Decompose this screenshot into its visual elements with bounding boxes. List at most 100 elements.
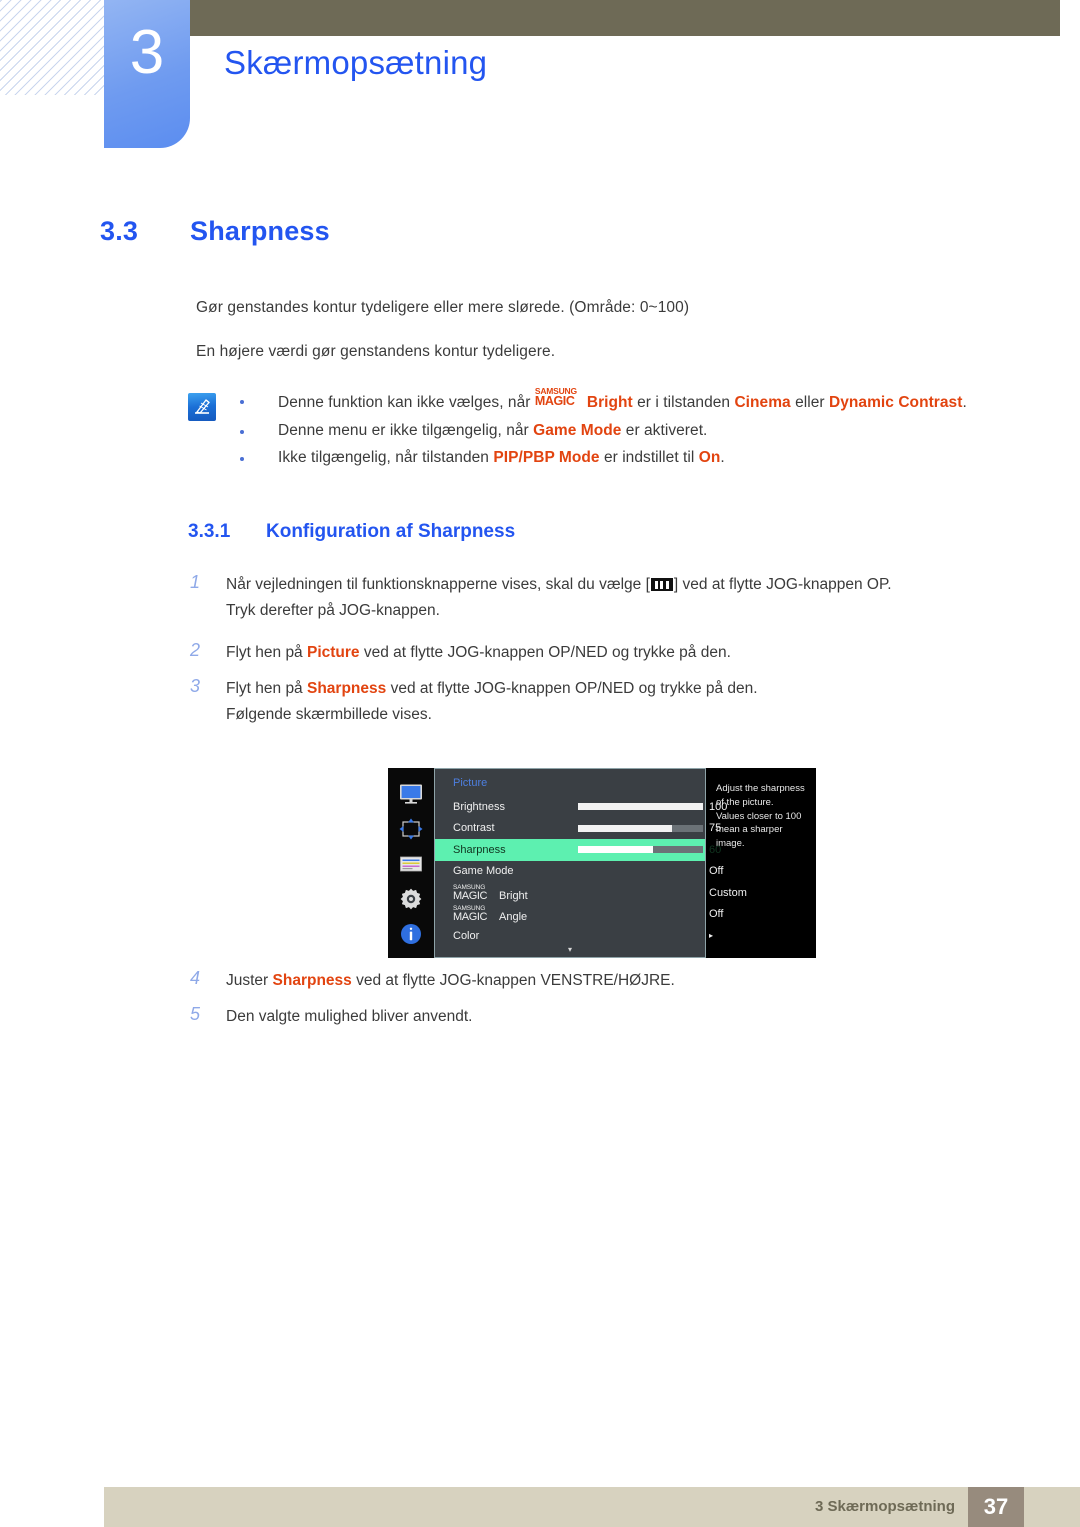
note-highlight: On (698, 449, 721, 466)
osd-row-color[interactable]: Color ▸ (435, 925, 713, 947)
step-text-c: Følgende skærmbillede vises. (226, 705, 432, 723)
samsung-magic-logo: SAMSUNG MAGIC (534, 387, 587, 408)
note-text: Ikke tilgængelig, når tilstanden (278, 449, 494, 466)
note-pen-icon (188, 393, 216, 421)
note-item: Denne funktion kan ikke vælges, når SAMS… (238, 387, 1058, 412)
note-item: Denne menu er ikke tilgængelig, når Game… (238, 422, 1058, 440)
osd-row-contrast[interactable]: Contrast 75 (435, 818, 721, 840)
step-text-b: ved at flytte JOG-knappen OP/NED og tryk… (359, 644, 731, 661)
step-text-a: Når vejledningen til funktionsknapperne … (226, 576, 650, 593)
note-text: Denne menu er ikke tilgængelig, når (278, 421, 534, 439)
section-title: Sharpness (190, 216, 330, 246)
page-number: 37 (968, 1487, 1024, 1527)
osd-row-value: 100 (709, 800, 728, 813)
note-text: . (720, 449, 725, 466)
note-highlight: PIP/PBP Mode (493, 449, 600, 466)
monitor-icon (397, 780, 425, 808)
osd-row-magicbright[interactable]: SAMSUNG MAGIC Bright Custom (435, 882, 747, 904)
subsection-number: 3.3.1 (188, 521, 231, 542)
step-text-a: Flyt hen på (226, 680, 307, 697)
step-text: Når vejledningen til funktionsknapperne … (226, 572, 1026, 623)
step-text-b: ved at flytte JOG-knappen VENSTRE/HØJRE. (351, 972, 675, 989)
intro-paragraph-2: En højere værdi gør genstandens kontur t… (196, 343, 556, 360)
osd-menu-panel: Picture Brightness 100 Contrast 75 Sharp… (434, 768, 747, 958)
osd-spacer (578, 932, 703, 939)
note-text: er aktiveret. (621, 421, 708, 439)
osd-row-sharpness[interactable]: Sharpness 60 (435, 839, 721, 861)
step-number: 4 (190, 968, 201, 988)
footer-chapter-label: 3 Skærmopsætning (814, 1498, 955, 1515)
subsection-title: Konfiguration af Sharpness (266, 521, 516, 542)
header-olive-bar (186, 0, 1060, 36)
note-list: Denne funktion kan ikke vælges, når SAMS… (238, 387, 1058, 477)
step-4: 4 Juster Sharpness ved at flytte JOG-knap… (190, 968, 1040, 994)
osd-spacer (578, 868, 703, 875)
note-text: eller (790, 394, 829, 411)
osd-row-game-mode[interactable]: Game Mode Off (435, 861, 723, 883)
step-1: 1 Når vejledningen til funktionsknapperne… (190, 572, 1040, 623)
step-number: 2 (190, 640, 201, 660)
osd-slider-sharpness[interactable] (578, 846, 703, 854)
osd-row-value: Off (709, 865, 724, 878)
info-icon (397, 920, 425, 948)
step-3: 3 Flyt hen på Sharpness ved at flytte JOG… (190, 676, 1040, 727)
osd-slider-contrast[interactable] (578, 824, 703, 832)
step-highlight: Picture (307, 644, 360, 661)
intro-paragraph-1: Gør genstandes kontur tydeligere eller m… (196, 299, 690, 316)
osd-row-brightness[interactable]: Brightness 100 (435, 796, 727, 818)
subsection-heading: 3.3.1 Konfiguration af Sharpness (188, 521, 515, 543)
osd-row-label: Contrast (453, 822, 495, 835)
step-text: Flyt hen på Picture ved at flytte JOG-kn… (226, 640, 1026, 666)
osd-row-magicangle[interactable]: SAMSUNG MAGIC Angle Off (435, 904, 723, 926)
samsung-magic-bottom: MAGIC (453, 889, 488, 902)
osd-row-label: Game Mode (453, 865, 514, 878)
note-text: . (962, 394, 967, 411)
samsung-magic-bottom: MAGIC (453, 911, 488, 924)
samsung-magic-bottom: MAGIC (534, 394, 575, 408)
step-text-a: Flyt hen på (226, 644, 307, 661)
step-highlight: Sharpness (307, 680, 387, 697)
scroll-down-icon[interactable]: ▾ (435, 945, 705, 954)
osd-help-panel: Adjust the sharpness of the picture. Val… (706, 768, 816, 958)
move-arrows-icon (397, 815, 425, 843)
osd-row-label: SAMSUNG MAGIC Angle (453, 906, 578, 924)
submenu-arrow-icon: ▸ (709, 930, 714, 940)
osd-slider-brightness[interactable] (578, 803, 703, 811)
section-number: 3.3 (100, 216, 139, 246)
step-text-b: ] ved at flytte JOG-knappen OP. (673, 576, 892, 593)
step-number: 5 (190, 1004, 201, 1024)
step-number: 1 (190, 572, 201, 592)
note-text: Denne funktion kan ikke vælges, når (278, 394, 535, 411)
note-text: er indstillet til (599, 449, 699, 466)
osd-menu-title: Picture (453, 777, 488, 789)
step-highlight: Sharpness (272, 972, 352, 989)
step-2: 2 Flyt hen på Picture ved at flytte JOG-k… (190, 640, 1040, 666)
osd-row-value: 75 (709, 822, 722, 835)
osd-row-value: 60 (709, 843, 722, 856)
osd-help-line: Values closer to 100 (716, 810, 802, 822)
note-highlight: Game Mode (533, 421, 622, 439)
osd-spacer (578, 911, 703, 918)
osd-row-value: Custom (709, 886, 747, 899)
samsung-magic-suffix: Bright (586, 394, 633, 411)
note-highlight: Cinema (734, 394, 791, 411)
note-item: Ikke tilgængelig, når tilstanden PIP/PBP… (238, 449, 1058, 467)
step-number: 3 (190, 676, 201, 696)
step-text-b: ved at flytte JOG-knappen OP/NED og tryk… (386, 680, 758, 697)
osd-row-label: Color (453, 929, 480, 942)
chapter-title: Skærmopsætning (224, 44, 488, 81)
note-highlight: Dynamic Contrast (829, 394, 963, 411)
samsung-magic-suffix: Bright (499, 889, 528, 902)
osd-row-value: Off (709, 908, 724, 921)
step-text: Flyt hen på Sharpness ved at flytte JOG-… (226, 676, 1026, 727)
osd-row-label: Sharpness (453, 843, 506, 856)
header-hatch-decoration (0, 0, 105, 95)
osd-help-line: mean a sharper image. (716, 824, 783, 850)
osd-row-label: SAMSUNG MAGIC Bright (453, 884, 578, 902)
gear-icon (397, 885, 425, 913)
step-text: Juster Sharpness ved at flytte JOG-knapp… (226, 968, 1026, 994)
step-text-a: Juster (226, 972, 273, 989)
osd-help-line: of the picture. (716, 796, 774, 808)
osd-sidebar (388, 768, 434, 958)
osd-row-label: Brightness (453, 800, 505, 813)
